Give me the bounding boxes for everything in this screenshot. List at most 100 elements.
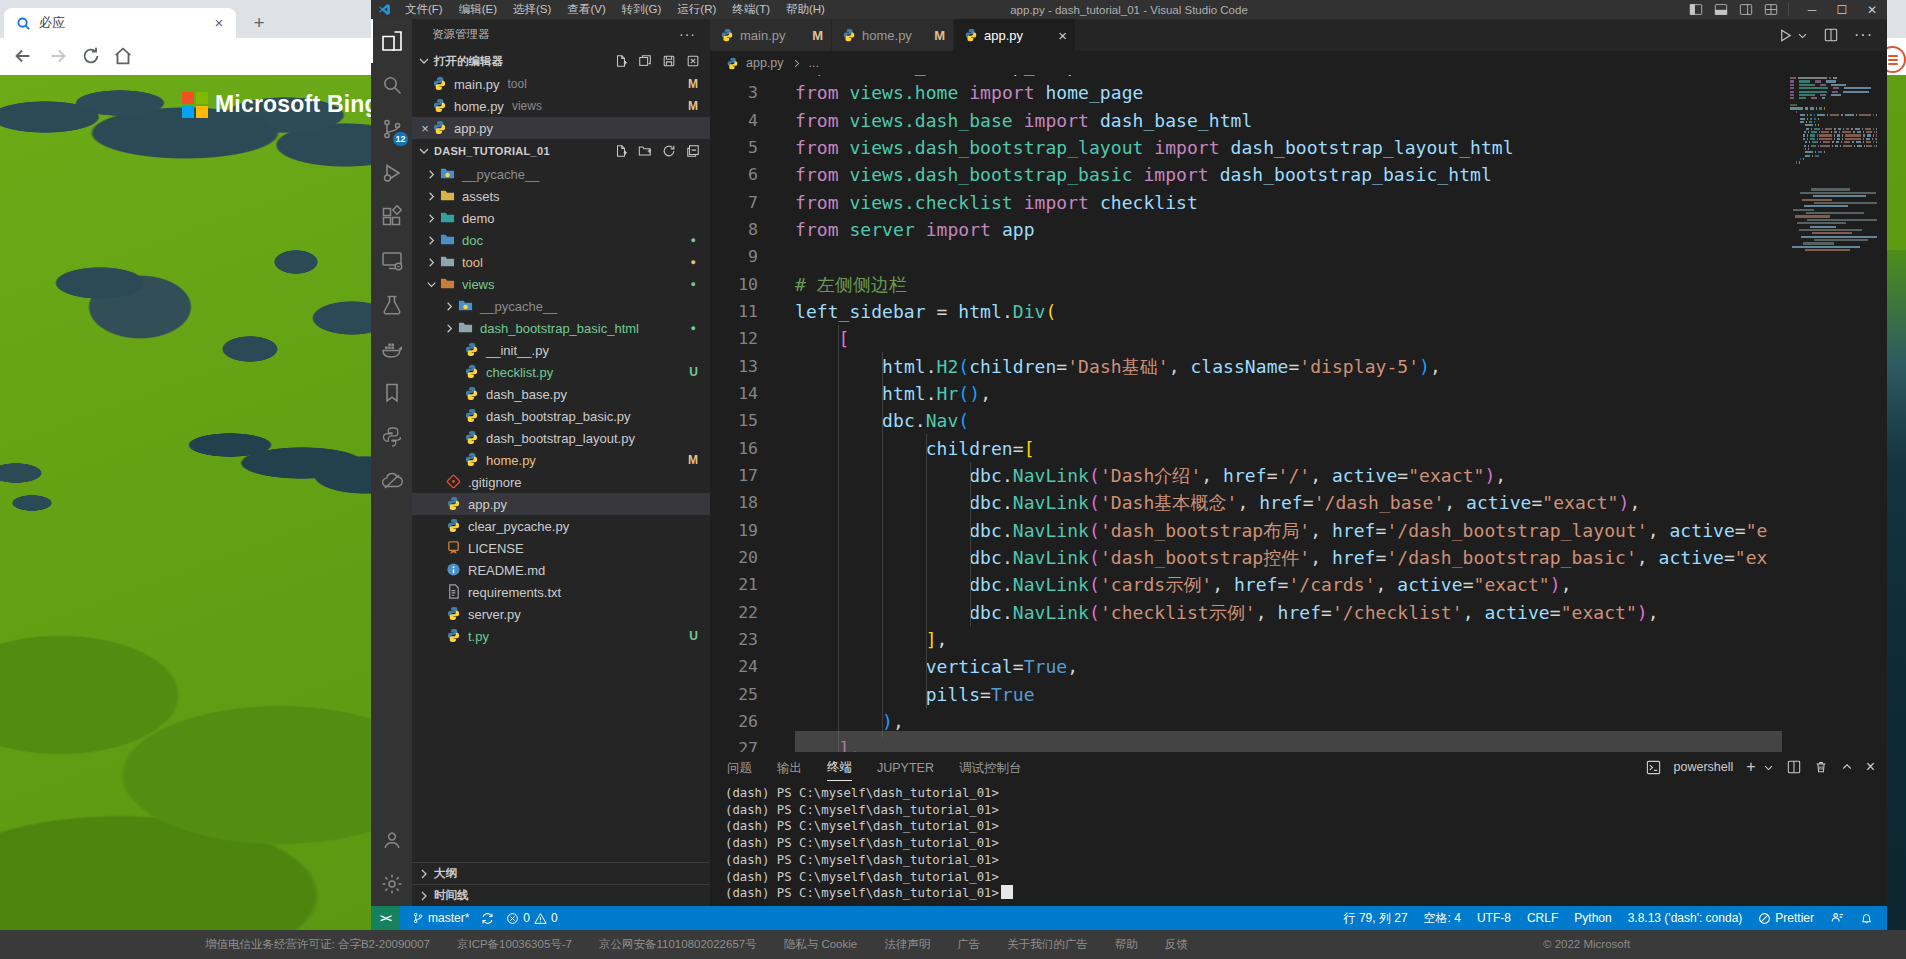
- git-branch[interactable]: master*: [406, 906, 475, 930]
- split-editor-icon[interactable]: [1824, 28, 1838, 42]
- status-6[interactable]: Prettier: [1754, 906, 1818, 930]
- tree-item-clear-pycache-py[interactable]: clear_pycache.py: [412, 515, 710, 537]
- tree-item-demo[interactable]: demo: [412, 207, 710, 229]
- source-control-icon[interactable]: 12: [371, 107, 412, 151]
- layout-controls[interactable]: [1689, 3, 1789, 16]
- panel-tab-调试控制台[interactable]: 调试控制台: [959, 754, 1022, 781]
- tree-item---pycache--[interactable]: __pycache__: [412, 295, 710, 317]
- footer-link[interactable]: 广告: [957, 937, 980, 952]
- code-editor[interactable]: 2import dash_bootstrap_components as dbc…: [710, 75, 1887, 752]
- save-all-icon[interactable]: [662, 54, 676, 68]
- footer-link[interactable]: 增值电信业务经营许可证: 合字B2-20090007: [205, 937, 430, 952]
- open-editor-item[interactable]: home.pyviewsM: [412, 95, 710, 117]
- footer-link[interactable]: 帮助: [1115, 937, 1138, 952]
- new-file-icon[interactable]: [614, 144, 628, 158]
- open-editors-header[interactable]: 打开的编辑器: [412, 49, 710, 73]
- back-icon[interactable]: [12, 45, 34, 67]
- maximize-panel-icon[interactable]: [1841, 761, 1853, 773]
- tree-item-views[interactable]: views●: [412, 273, 710, 295]
- status-2[interactable]: UTF-8: [1473, 906, 1515, 930]
- run-debug-icon[interactable]: [371, 151, 412, 195]
- outline-section[interactable]: 大纲: [412, 862, 710, 884]
- reload-icon[interactable]: [80, 45, 102, 67]
- tab-main-py[interactable]: main.pyM: [710, 19, 832, 51]
- notifications-bell-icon[interactable]: [1856, 906, 1877, 930]
- remote-indicator[interactable]: ><: [371, 906, 400, 930]
- new-folder-icon[interactable]: [638, 144, 652, 158]
- search-icon[interactable]: [371, 63, 412, 107]
- tab-app-py[interactable]: app.py×: [954, 19, 1076, 51]
- open-editor-item[interactable]: ×app.py: [412, 117, 710, 139]
- forward-icon[interactable]: [47, 45, 69, 67]
- tab-close-icon[interactable]: ×: [1058, 27, 1067, 44]
- open-editor-item[interactable]: main.pytoolM: [412, 73, 710, 95]
- python-ext-icon[interactable]: [371, 415, 412, 459]
- footer-link[interactable]: 京ICP备10036305号-7: [457, 937, 572, 952]
- account-icon[interactable]: [371, 818, 412, 862]
- menu-1[interactable]: 编辑(E): [451, 0, 505, 19]
- run-icon[interactable]: [1778, 28, 1793, 43]
- panel-tab-JUPYTER[interactable]: JUPYTER: [877, 755, 934, 779]
- tree-item-t-py[interactable]: t.pyU: [412, 625, 710, 647]
- tab-home-py[interactable]: home.pyM: [832, 19, 954, 51]
- tree-item-license[interactable]: LICENSE: [412, 537, 710, 559]
- split-icon[interactable]: [638, 54, 652, 68]
- terminal-dropdown-icon[interactable]: [1763, 762, 1774, 773]
- tree-item-assets[interactable]: assets: [412, 185, 710, 207]
- tree-item-app-py[interactable]: app.py: [412, 493, 710, 515]
- project-header[interactable]: DASH_TUTORIAL_01: [412, 139, 710, 163]
- panel-tab-终端[interactable]: 终端: [827, 753, 852, 781]
- test-beaker-icon[interactable]: [371, 283, 412, 327]
- minimap[interactable]: [1782, 75, 1887, 752]
- tree-item-readme-md[interactable]: README.md: [412, 559, 710, 581]
- refresh-icon[interactable]: [662, 144, 676, 158]
- menu-6[interactable]: 终端(T): [724, 0, 778, 19]
- home-icon[interactable]: [112, 45, 134, 67]
- close-editor-icon[interactable]: ×: [418, 121, 432, 136]
- status-feedback-icon[interactable]: [1826, 906, 1848, 930]
- footer-link[interactable]: 关于我们的广告: [1007, 937, 1088, 952]
- timeline-section[interactable]: 时间线: [412, 884, 710, 906]
- editor-more-icon[interactable]: ···: [1854, 26, 1873, 44]
- tree-item---pycache--[interactable]: __pycache__: [412, 163, 710, 185]
- status-3[interactable]: CRLF: [1523, 906, 1562, 930]
- collapse-folders-icon[interactable]: [686, 144, 700, 158]
- tab-close-icon[interactable]: ×: [210, 14, 228, 32]
- settings-gear-icon[interactable]: [371, 862, 412, 906]
- tree-item-dash-bootstrap-layout-py[interactable]: dash_bootstrap_layout.py: [412, 427, 710, 449]
- more-actions-icon[interactable]: ···: [679, 19, 696, 49]
- tree-item-dash-bootstrap-basic-py[interactable]: dash_bootstrap_basic.py: [412, 405, 710, 427]
- tree-item---init---py[interactable]: __init__.py: [412, 339, 710, 361]
- menu-7[interactable]: 帮助(H): [778, 0, 833, 19]
- run-dropdown-icon[interactable]: [1797, 30, 1808, 41]
- status-4[interactable]: Python: [1570, 906, 1615, 930]
- maximize-button[interactable]: ☐: [1827, 0, 1857, 19]
- problems-indicator[interactable]: 0 0: [500, 906, 563, 930]
- menu-0[interactable]: 文件(F): [397, 0, 451, 19]
- minimize-button[interactable]: ─: [1797, 0, 1827, 19]
- tree-item-checklist-py[interactable]: checklist.pyU: [412, 361, 710, 383]
- footer-link[interactable]: 法律声明: [884, 937, 930, 952]
- terminal-output[interactable]: (dash) PS C:\myself\dash_tutorial_01>(da…: [710, 782, 1887, 906]
- sync-icon[interactable]: [475, 906, 500, 930]
- status-1[interactable]: 空格: 4: [1420, 906, 1465, 930]
- menu-4[interactable]: 转到(G): [614, 0, 670, 19]
- remote-explorer-icon[interactable]: [371, 239, 412, 283]
- extensions-icon[interactable]: [371, 195, 412, 239]
- close-all-icon[interactable]: [686, 54, 700, 68]
- tree-item-requirements-txt[interactable]: requirements.txt: [412, 581, 710, 603]
- panel-tab-输出[interactable]: 输出: [777, 754, 802, 781]
- menu-2[interactable]: 选择(S): [505, 0, 559, 19]
- status-5[interactable]: 3.8.13 ('dash': conda): [1624, 906, 1747, 930]
- menu-3[interactable]: 查看(V): [559, 0, 613, 19]
- tree-item-dash-bootstrap-basic-html[interactable]: dash_bootstrap_basic_html●: [412, 317, 710, 339]
- browser-tab[interactable]: 必应 ×: [4, 8, 236, 38]
- horizontal-scrollbar[interactable]: [795, 731, 1785, 752]
- footer-link[interactable]: 隐私与 Cookie: [784, 937, 858, 952]
- new-untitled-file-icon[interactable]: [614, 54, 628, 68]
- cloud-icon[interactable]: [371, 459, 412, 503]
- footer-link[interactable]: 京公网安备11010802022657号: [599, 937, 757, 952]
- split-terminal-icon[interactable]: [1787, 760, 1801, 774]
- close-button[interactable]: ✕: [1857, 0, 1887, 19]
- menu-5[interactable]: 运行(R): [669, 0, 724, 19]
